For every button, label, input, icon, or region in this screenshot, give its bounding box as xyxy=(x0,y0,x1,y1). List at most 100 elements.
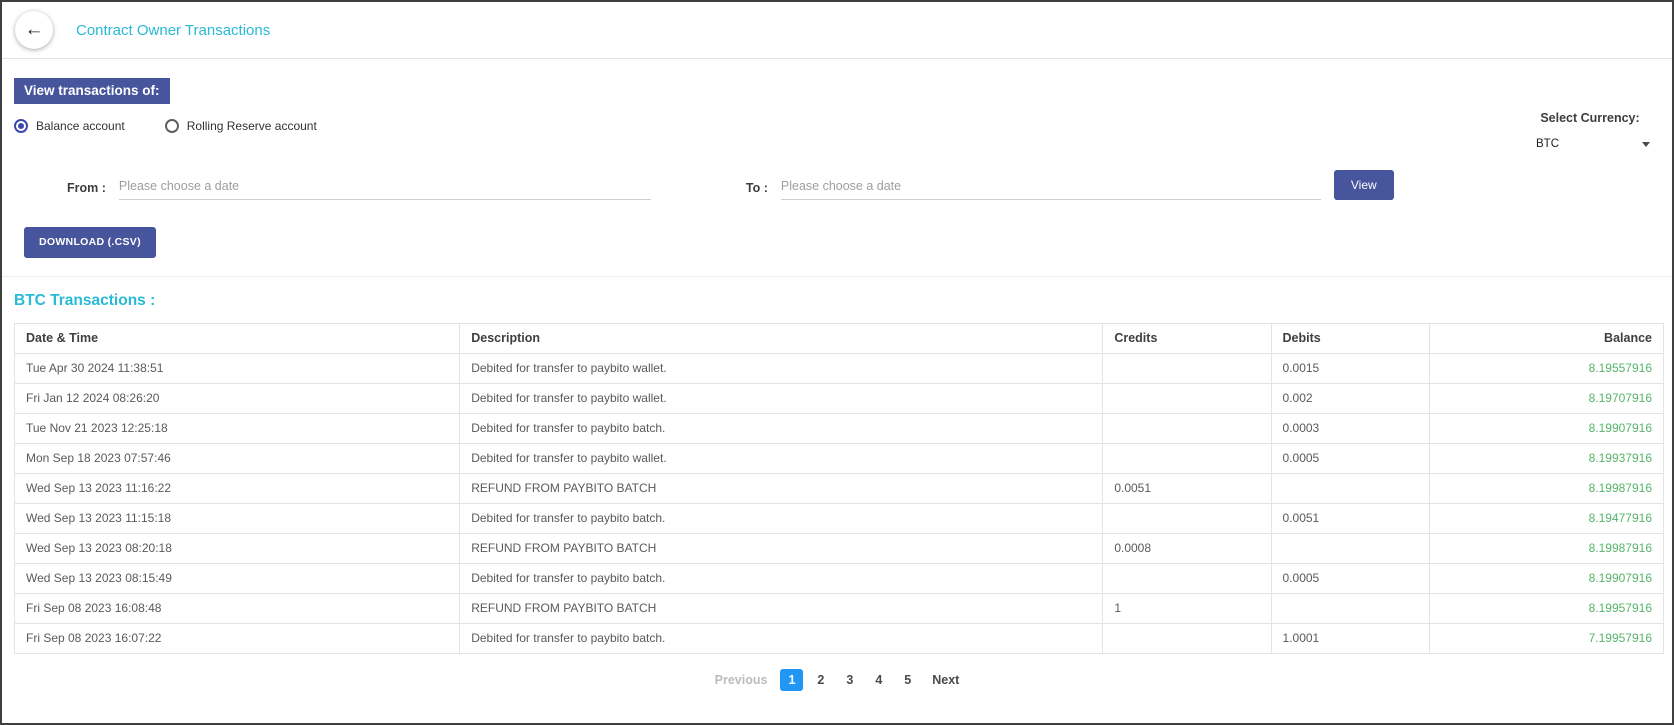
table-row: Wed Sep 13 2023 08:20:18REFUND FROM PAYB… xyxy=(15,534,1664,564)
cell-debits xyxy=(1271,474,1429,504)
cell-description: Debited for transfer to paybito wallet. xyxy=(460,444,1103,474)
cell-description: REFUND FROM PAYBITO BATCH xyxy=(460,534,1103,564)
cell-date-time: Fri Sep 08 2023 16:07:22 xyxy=(15,624,460,654)
select-currency-label: Select Currency: xyxy=(1526,111,1654,125)
view-transactions-of-label: View transactions of: xyxy=(14,78,170,104)
cell-date-time: Wed Sep 13 2023 11:15:18 xyxy=(15,504,460,534)
from-label: From : xyxy=(67,181,106,200)
to-date-input[interactable] xyxy=(781,175,1321,200)
column-header-debits: Debits xyxy=(1271,324,1429,354)
section-divider xyxy=(2,276,1672,277)
cell-date-time: Wed Sep 13 2023 08:20:18 xyxy=(15,534,460,564)
column-header-balance: Balance xyxy=(1429,324,1663,354)
transactions-table-head: Date & Time Description Credits Debits B… xyxy=(15,324,1664,354)
cell-credits xyxy=(1103,624,1271,654)
cell-date-time: Tue Nov 21 2023 12:25:18 xyxy=(15,414,460,444)
back-button[interactable]: ← xyxy=(15,11,53,49)
cell-description: REFUND FROM PAYBITO BATCH xyxy=(460,594,1103,624)
contract-owner-transactions-page: ← Contract Owner Transactions View trans… xyxy=(0,0,1674,725)
from-date-group: From : xyxy=(67,175,651,200)
from-date-input[interactable] xyxy=(119,175,651,200)
table-row: Tue Nov 21 2023 12:25:18Debited for tran… xyxy=(15,414,1664,444)
pagination-next[interactable]: Next xyxy=(922,669,969,691)
cell-balance: 8.19477916 xyxy=(1429,504,1663,534)
table-row: Tue Apr 30 2024 11:38:51Debited for tran… xyxy=(15,354,1664,384)
cell-credits xyxy=(1103,444,1271,474)
pagination-page-1[interactable]: 1 xyxy=(780,669,803,691)
cell-balance: 8.19707916 xyxy=(1429,384,1663,414)
column-header-description: Description xyxy=(460,324,1103,354)
table-row: Wed Sep 13 2023 08:15:49Debited for tran… xyxy=(15,564,1664,594)
cell-balance: 8.19907916 xyxy=(1429,564,1663,594)
cell-balance: 8.19987916 xyxy=(1429,534,1663,564)
cell-debits: 0.0015 xyxy=(1271,354,1429,384)
pagination-previous[interactable]: Previous xyxy=(705,669,778,691)
to-label: To : xyxy=(746,181,768,200)
cell-description: Debited for transfer to paybito wallet. xyxy=(460,384,1103,414)
cell-credits: 0.0008 xyxy=(1103,534,1271,564)
transactions-table: Date & Time Description Credits Debits B… xyxy=(14,323,1664,654)
cell-balance: 8.19907916 xyxy=(1429,414,1663,444)
cell-debits: 0.002 xyxy=(1271,384,1429,414)
cell-description: Debited for transfer to paybito batch. xyxy=(460,504,1103,534)
cell-credits: 1 xyxy=(1103,594,1271,624)
radio-balance-account-label: Balance account xyxy=(36,119,125,133)
table-row: Wed Sep 13 2023 11:15:18Debited for tran… xyxy=(15,504,1664,534)
pagination: Previous 12345 Next xyxy=(2,669,1672,691)
pagination-page-5[interactable]: 5 xyxy=(896,669,919,691)
table-row: Fri Sep 08 2023 16:08:48REFUND FROM PAYB… xyxy=(15,594,1664,624)
cell-debits: 1.0001 xyxy=(1271,624,1429,654)
cell-credits xyxy=(1103,354,1271,384)
pagination-page-2[interactable]: 2 xyxy=(809,669,832,691)
radio-rolling-reserve-account[interactable]: Rolling Reserve account xyxy=(165,119,317,133)
page-title: Contract Owner Transactions xyxy=(76,22,270,39)
cell-description: Debited for transfer to paybito batch. xyxy=(460,564,1103,594)
pagination-page-3[interactable]: 3 xyxy=(838,669,861,691)
account-type-radio-group: Balance account Rolling Reserve account xyxy=(14,119,1660,133)
table-row: Wed Sep 13 2023 11:16:22REFUND FROM PAYB… xyxy=(15,474,1664,504)
table-row: Fri Jan 12 2024 08:26:20Debited for tran… xyxy=(15,384,1664,414)
radio-rolling-reserve-label: Rolling Reserve account xyxy=(187,119,317,133)
cell-debits: 0.0051 xyxy=(1271,504,1429,534)
cell-credits xyxy=(1103,384,1271,414)
cell-date-time: Fri Jan 12 2024 08:26:20 xyxy=(15,384,460,414)
cell-credits xyxy=(1103,504,1271,534)
radio-unselected-icon xyxy=(165,119,179,133)
cell-date-time: Tue Apr 30 2024 11:38:51 xyxy=(15,354,460,384)
cell-credits xyxy=(1103,564,1271,594)
currency-block: Select Currency: BTC xyxy=(1526,111,1654,152)
radio-selected-icon xyxy=(14,119,28,133)
table-row: Mon Sep 18 2023 07:57:46Debited for tran… xyxy=(15,444,1664,474)
cell-debits: 0.0003 xyxy=(1271,414,1429,444)
page-header: ← Contract Owner Transactions xyxy=(2,2,1672,59)
btc-transactions-heading: BTC Transactions : xyxy=(14,292,1672,310)
cell-description: Debited for transfer to paybito batch. xyxy=(460,624,1103,654)
currency-selected-value: BTC xyxy=(1536,138,1559,150)
cell-balance: 8.19937916 xyxy=(1429,444,1663,474)
cell-date-time: Fri Sep 08 2023 16:08:48 xyxy=(15,594,460,624)
column-header-date-time: Date & Time xyxy=(15,324,460,354)
cell-credits xyxy=(1103,414,1271,444)
radio-balance-account[interactable]: Balance account xyxy=(14,119,125,133)
cell-debits xyxy=(1271,534,1429,564)
cell-debits: 0.0005 xyxy=(1271,444,1429,474)
cell-balance: 7.19957916 xyxy=(1429,624,1663,654)
download-csv-button[interactable]: DOWNLOAD (.CSV) xyxy=(24,227,156,258)
pagination-page-4[interactable]: 4 xyxy=(867,669,890,691)
cell-debits: 0.0005 xyxy=(1271,564,1429,594)
table-header-row: Date & Time Description Credits Debits B… xyxy=(15,324,1664,354)
to-date-group: To : xyxy=(746,175,1321,200)
cell-date-time: Wed Sep 13 2023 08:15:49 xyxy=(15,564,460,594)
chevron-down-icon xyxy=(1642,142,1650,147)
cell-balance: 8.19957916 xyxy=(1429,594,1663,624)
cell-credits: 0.0051 xyxy=(1103,474,1271,504)
cell-debits xyxy=(1271,594,1429,624)
cell-description: REFUND FROM PAYBITO BATCH xyxy=(460,474,1103,504)
back-arrow-icon: ← xyxy=(25,19,44,41)
currency-dropdown[interactable]: BTC xyxy=(1526,136,1654,152)
view-button[interactable]: View xyxy=(1334,170,1394,200)
cell-date-time: Wed Sep 13 2023 11:16:22 xyxy=(15,474,460,504)
cell-balance: 8.19557916 xyxy=(1429,354,1663,384)
cell-description: Debited for transfer to paybito wallet. xyxy=(460,354,1103,384)
cell-date-time: Mon Sep 18 2023 07:57:46 xyxy=(15,444,460,474)
